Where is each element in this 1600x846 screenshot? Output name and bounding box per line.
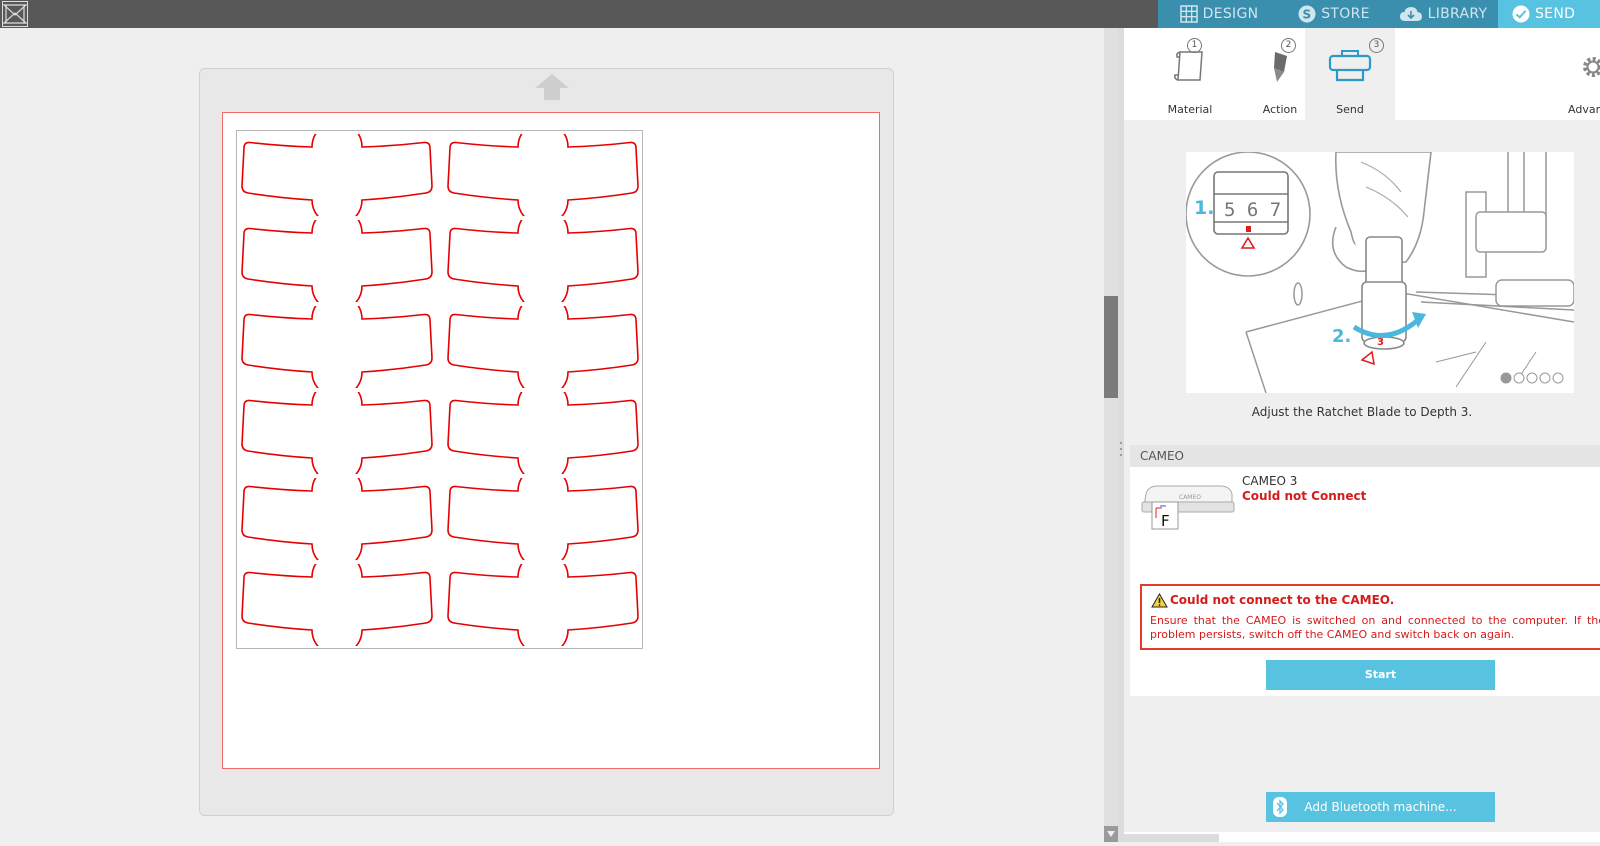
tab-design-label: DESIGN — [1202, 6, 1259, 22]
tab-send-label: SEND — [1535, 6, 1576, 22]
step-label: Advan — [1568, 103, 1600, 116]
blade-icon — [1274, 52, 1287, 82]
canvas-vertical-scrollbar[interactable] — [1104, 28, 1118, 842]
error-title: Could not connect to the CAMEO. — [1170, 593, 1395, 607]
error-message: Ensure that the CAMEO is switched on and… — [1150, 614, 1600, 641]
cutter-machine-icon — [1328, 50, 1372, 82]
label-cut-shape[interactable] — [446, 121, 642, 226]
cameo-machine-icon[interactable]: CAMEO F — [1140, 484, 1235, 530]
machine-name: CAMEO 3 — [1242, 474, 1298, 488]
add-bluetooth-machine-button[interactable]: Add Bluetooth machine... — [1266, 792, 1495, 822]
carousel-dots[interactable] — [1500, 372, 1564, 384]
panel-bottom-tab[interactable] — [1124, 834, 1219, 842]
feed-direction-arrow-icon — [535, 74, 569, 100]
label-cut-shape[interactable] — [240, 465, 436, 570]
bluetooth-icon — [1273, 797, 1287, 817]
tab-library-label: LIBRARY — [1427, 6, 1488, 22]
label-cut-shape[interactable] — [446, 465, 642, 570]
cloud-icon — [1399, 6, 1423, 22]
store-s-icon: S — [1298, 5, 1316, 23]
gear-icon — [1583, 57, 1600, 77]
main-nav: DESIGN S STORE LIBRARY SEND — [1158, 0, 1600, 28]
machine-brand-text: CAMEO — [1179, 494, 1201, 501]
blade-depth-digit: 3 — [1377, 337, 1384, 348]
illustration-step-2-label: 2. — [1332, 326, 1351, 347]
label-cut-shape[interactable] — [240, 551, 436, 656]
step-send[interactable]: 3 Send — [1305, 28, 1395, 120]
carousel-dot[interactable] — [1539, 372, 1551, 384]
scrollbar-thumb[interactable] — [1104, 296, 1118, 398]
illustration-step-1-label: 1. — [1194, 197, 1214, 219]
label-cut-shape[interactable] — [240, 379, 436, 484]
send-panel — [1124, 28, 1600, 842]
machine-badge-letter: F — [1161, 512, 1170, 530]
grid-icon — [1179, 5, 1198, 23]
label-cut-shape[interactable] — [240, 207, 436, 312]
scroll-down-arrow-icon[interactable] — [1104, 826, 1118, 842]
illustration-caption: Adjust the Ratchet Blade to Depth 3. — [1251, 405, 1473, 419]
check-circle-icon — [1512, 5, 1530, 23]
step-label: Material — [1167, 103, 1213, 116]
carousel-dot[interactable] — [1513, 372, 1525, 384]
tab-design[interactable]: DESIGN — [1158, 0, 1280, 28]
label-cut-shape[interactable] — [446, 293, 642, 398]
step-material[interactable]: 1 Material — [1145, 28, 1235, 120]
warning-icon — [1151, 593, 1168, 608]
ratchet-blade-illustration: 3 2. 5 6 7 1. — [1185, 151, 1575, 394]
label-cut-shape[interactable] — [446, 379, 642, 484]
tab-library[interactable]: LIBRARY — [1388, 0, 1498, 28]
tab-send[interactable]: SEND — [1498, 0, 1600, 28]
tab-store-label: STORE — [1321, 6, 1370, 22]
svg-text:S: S — [1303, 8, 1312, 22]
label-cut-shape[interactable] — [446, 551, 642, 656]
connection-status: Could not Connect — [1242, 489, 1367, 503]
carousel-dot[interactable] — [1500, 372, 1512, 384]
tab-store[interactable]: S STORE — [1280, 0, 1388, 28]
material-roll-icon — [1174, 51, 1203, 81]
label-cut-shape[interactable] — [240, 293, 436, 398]
label-cut-shape[interactable] — [446, 207, 642, 312]
app-logo-icon[interactable] — [2, 1, 28, 27]
carousel-dot[interactable] — [1552, 372, 1564, 384]
label-cut-shape[interactable] — [240, 121, 436, 226]
step-advanced[interactable]: Advan — [1552, 28, 1600, 120]
machine-section-header: CAMEO — [1130, 445, 1600, 467]
dial-digits: 5 6 7 — [1224, 199, 1281, 221]
carousel-dot[interactable] — [1526, 372, 1538, 384]
start-button[interactable]: Start — [1266, 660, 1495, 690]
step-label: Send — [1336, 103, 1364, 116]
